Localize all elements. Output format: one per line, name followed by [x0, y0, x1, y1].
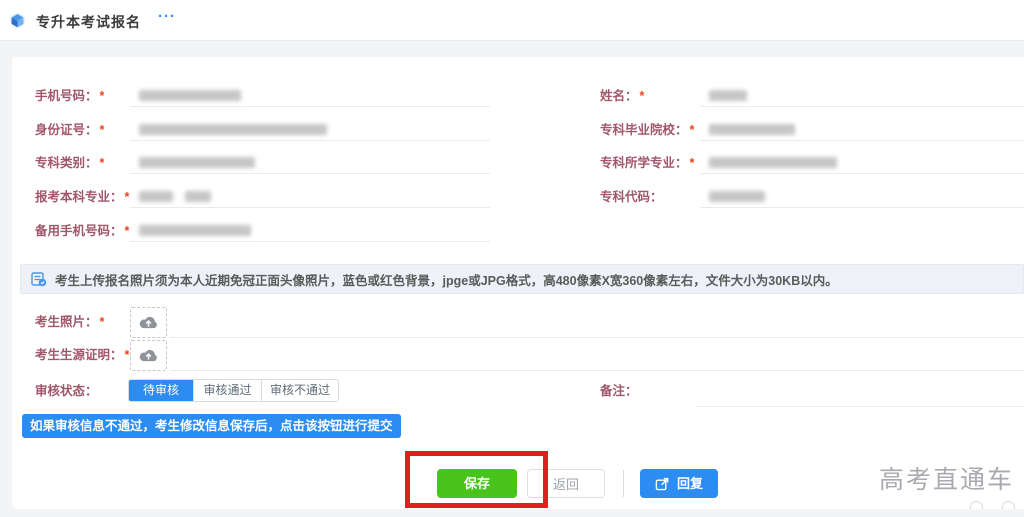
field-underline	[170, 337, 1024, 338]
cloud-upload-icon	[139, 349, 158, 363]
app-cube-icon	[9, 12, 26, 29]
form-row: 报考本科专业：* 专科代码：	[12, 186, 1024, 208]
undergrad-major-input[interactable]	[130, 186, 490, 208]
category-input[interactable]	[130, 152, 490, 174]
status-rejected-button[interactable]: 审核不通过	[261, 380, 338, 401]
remark-input[interactable]	[695, 385, 1024, 407]
undergrad-major-label: 报考本科专业：*	[35, 186, 129, 208]
college-major-input[interactable]	[700, 152, 1024, 174]
form-row: 手机号码：* 姓名：*	[12, 85, 1024, 107]
reply-forward-icon	[655, 476, 670, 491]
redacted-value	[139, 157, 255, 168]
backup-phone-label: 备用手机号码：*	[35, 220, 129, 242]
page-title: 专升本考试报名	[36, 12, 141, 32]
page-header: 专升本考试报名 ···	[0, 0, 1024, 41]
reply-button-label: 回复	[677, 469, 703, 498]
more-menu-button[interactable]: ···	[158, 8, 176, 25]
status-pending-button[interactable]: 待审核	[129, 380, 193, 401]
college-label: 专科毕业院校：*	[600, 119, 694, 141]
name-label: 姓名：*	[600, 85, 644, 107]
backup-phone-input[interactable]	[130, 220, 490, 242]
idcard-input[interactable]	[130, 119, 490, 141]
footer-share-icon	[970, 501, 983, 509]
redacted-value	[709, 124, 795, 135]
save-button[interactable]: 保存	[437, 469, 517, 498]
redacted-value	[139, 191, 173, 202]
field-underline	[170, 370, 1024, 371]
cloud-upload-icon	[139, 316, 158, 330]
phone-label: 手机号码：*	[35, 85, 104, 107]
origin-proof-label: 考生生源证明：*	[35, 344, 129, 366]
remark-label: 备注：	[600, 380, 638, 402]
college-code-input[interactable]	[700, 186, 1024, 208]
form-row: 备用手机号码：*	[12, 220, 1024, 242]
document-info-icon	[31, 271, 47, 287]
review-status-segment: 待审核 审核通过 审核不通过	[128, 379, 339, 402]
redacted-value	[709, 90, 747, 101]
status-approved-button[interactable]: 审核通过	[193, 380, 261, 401]
registration-form-panel: 手机号码：* 姓名：* 身份证号：* 专科毕业院校：* 专科类别：* 专科所学专…	[12, 57, 1024, 509]
back-button[interactable]: 返回	[527, 469, 605, 498]
origin-proof-upload[interactable]	[130, 340, 167, 371]
category-label: 专科类别：*	[35, 152, 104, 174]
candidate-photo-upload[interactable]	[130, 307, 167, 338]
review-status-label: 审核状态：	[35, 380, 98, 402]
form-row: 专科类别：* 专科所学专业：*	[12, 152, 1024, 174]
redacted-value	[139, 124, 327, 135]
phone-input[interactable]	[130, 85, 490, 107]
button-divider	[623, 470, 624, 497]
banner-text: 考生上传报名照片须为本人近期免冠正面头像照片，蓝色或红色背景，jpge或JPG格…	[55, 270, 838, 289]
reply-button[interactable]: 回复	[640, 469, 718, 498]
name-input[interactable]	[700, 85, 1024, 107]
redacted-value	[709, 191, 765, 202]
photo-requirements-banner: 考生上传报名照片须为本人近期免冠正面头像照片，蓝色或红色背景，jpge或JPG格…	[20, 264, 1024, 294]
candidate-photo-label: 考生照片：*	[35, 311, 104, 333]
redacted-value	[139, 225, 251, 236]
redacted-value	[185, 191, 211, 202]
watermark-text: 高考直通车	[879, 460, 1014, 496]
footer-emoji-icon	[1002, 501, 1015, 509]
college-input[interactable]	[700, 119, 1024, 141]
resubmit-note-button[interactable]: 如果审核信息不通过，考生修改信息保存后，点击该按钮进行提交	[22, 414, 401, 438]
redacted-value	[709, 157, 837, 168]
redacted-value	[139, 90, 241, 101]
college-major-label: 专科所学专业：*	[600, 152, 694, 174]
idcard-label: 身份证号：*	[35, 119, 104, 141]
college-code-label: 专科代码：	[600, 186, 665, 208]
form-row: 身份证号：* 专科毕业院校：*	[12, 119, 1024, 141]
